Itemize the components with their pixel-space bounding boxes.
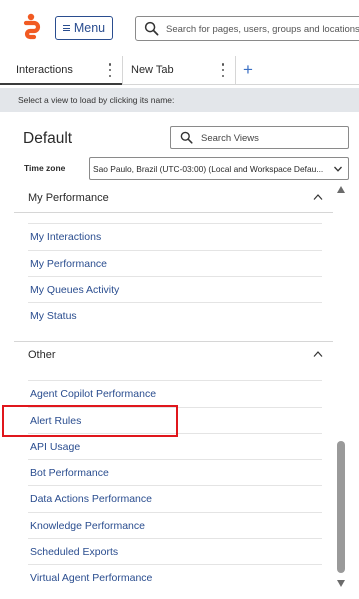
view-label: My Performance — [30, 257, 108, 270]
search-views-label: Search Views — [201, 133, 259, 144]
view-label: Bot Performance — [30, 466, 109, 479]
plus-icon[interactable]: + — [240, 60, 256, 80]
view-item-virtual-agent-performance[interactable]: Virtual Agent Performance — [28, 564, 322, 590]
timezone-label: Time zone — [24, 163, 66, 173]
view-label: API Usage — [30, 440, 81, 453]
view-item-knowledge-performance[interactable]: Knowledge Performance — [28, 512, 322, 538]
hamburger-icon — [62, 25, 70, 31]
timezone-select[interactable]: Sao Paulo, Brazil (UTC-03:00) (Local and… — [89, 157, 349, 180]
section-label: Other — [28, 349, 56, 361]
view-label: Scheduled Exports — [30, 545, 119, 558]
view-item-alert-rules[interactable]: Alert Rules — [28, 407, 322, 433]
view-label: Agent Copilot Performance — [30, 387, 157, 400]
workspace-tabs: Interactions New Tab + — [0, 56, 359, 85]
section-divider — [14, 212, 333, 213]
section-header-other[interactable]: Other — [14, 342, 333, 368]
views-list[interactable]: My Performance My Interactions My Perfor… — [0, 184, 359, 599]
scroll-down-icon[interactable] — [337, 580, 345, 587]
view-item-data-actions-performance[interactable]: Data Actions Performance — [28, 485, 322, 511]
kebab-icon[interactable] — [221, 63, 225, 77]
view-item-my-performance[interactable]: My Performance — [28, 250, 322, 276]
tab-new-tab[interactable]: New Tab — [122, 56, 236, 84]
view-label: Alert Rules — [30, 414, 82, 427]
search-icon — [144, 21, 159, 36]
top-bar: Menu — [0, 0, 359, 56]
view-item-scheduled-exports[interactable]: Scheduled Exports — [28, 538, 322, 564]
global-search-box[interactable] — [135, 16, 359, 41]
view-label: Knowledge Performance — [30, 519, 145, 532]
view-item-my-interactions[interactable]: My Interactions — [28, 223, 322, 249]
search-icon — [180, 131, 193, 144]
chevron-up-icon[interactable] — [313, 350, 323, 358]
menu-label: Menu — [73, 21, 106, 35]
menu-button[interactable]: Menu — [55, 16, 113, 40]
kebab-icon[interactable] — [108, 63, 112, 77]
tab-label: Interactions — [16, 64, 73, 76]
view-title: Default — [23, 130, 73, 147]
chevron-down-icon — [334, 166, 342, 172]
scrollbar[interactable] — [335, 184, 349, 599]
view-label: My Queues Activity — [30, 283, 120, 296]
global-search-input[interactable] — [166, 19, 359, 39]
view-item-my-queues-activity[interactable]: My Queues Activity — [28, 276, 322, 302]
genesys-logo-icon[interactable] — [20, 13, 42, 43]
section-header-my-performance[interactable]: My Performance — [14, 185, 333, 211]
scroll-up-icon[interactable] — [337, 186, 345, 193]
view-item-api-usage[interactable]: API Usage — [28, 433, 322, 459]
view-label: Data Actions Performance — [30, 492, 152, 505]
info-message: Select a view to load by clicking its na… — [18, 95, 175, 105]
tab-label: New Tab — [131, 64, 174, 76]
view-item-my-status[interactable]: My Status — [28, 302, 322, 328]
section-label: My Performance — [28, 192, 109, 204]
view-label: My Status — [30, 309, 77, 322]
tab-interactions[interactable]: Interactions — [0, 56, 122, 85]
scrollbar-thumb[interactable] — [337, 441, 345, 573]
info-strip: Select a view to load by clicking its na… — [0, 88, 359, 112]
view-item-bot-performance[interactable]: Bot Performance — [28, 459, 322, 485]
view-label: My Interactions — [30, 230, 102, 243]
view-label: Virtual Agent Performance — [30, 571, 153, 584]
search-views-button[interactable]: Search Views — [170, 126, 349, 149]
view-item-agent-copilot-performance[interactable]: Agent Copilot Performance — [28, 380, 322, 406]
chevron-up-icon[interactable] — [313, 193, 323, 201]
timezone-value: Sao Paulo, Brazil (UTC-03:00) (Local and… — [93, 164, 324, 174]
